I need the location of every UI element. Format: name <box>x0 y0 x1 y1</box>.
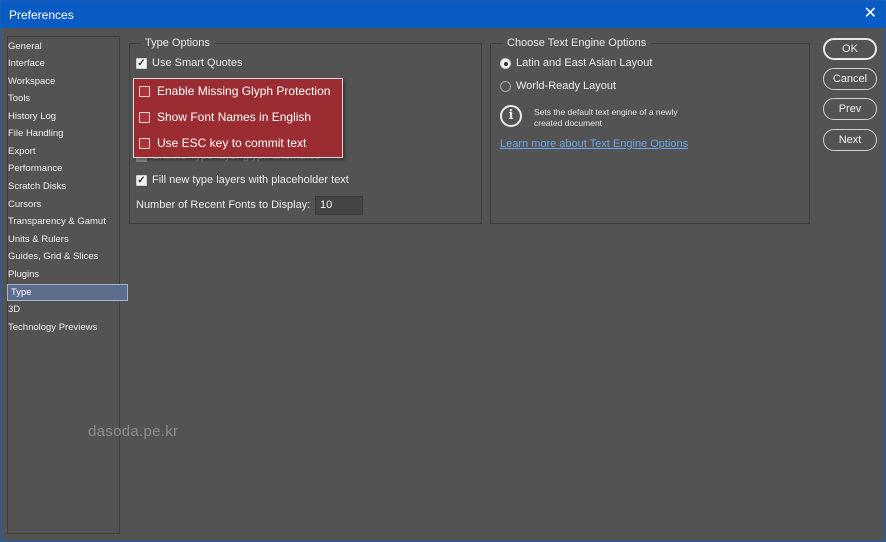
title-bar: Preferences ✕ <box>1 1 885 28</box>
missing-glyph-label: Enable Missing Glyph Protection <box>157 84 331 98</box>
info-icon: i <box>500 105 522 127</box>
sidebar-item-units-rulers[interactable]: Units & Rulers <box>8 231 69 248</box>
sidebar-item-scratch-disks[interactable]: Scratch Disks <box>8 178 66 195</box>
world-ready-radio[interactable] <box>500 81 511 92</box>
placeholder-text-checkbox[interactable]: ✓ <box>136 175 147 186</box>
smart-quotes-label: Use Smart Quotes <box>152 57 243 69</box>
cancel-button[interactable]: Cancel <box>823 68 877 90</box>
sidebar-item-plugins[interactable]: Plugins <box>8 266 39 283</box>
info-text: Sets the default text engine of a newly … <box>534 107 678 128</box>
smart-quotes-checkbox[interactable]: ✓ <box>136 58 147 69</box>
latin-layout-label: Latin and East Asian Layout <box>516 57 653 69</box>
esc-commit-checkbox[interactable] <box>139 138 150 149</box>
type-options-title: Type Options <box>141 37 214 49</box>
highlight-overlay: Enable Missing Glyph Protection Show Fon… <box>133 78 343 158</box>
sidebar-item-file-handling[interactable]: File Handling <box>8 125 63 142</box>
sidebar-item-tools[interactable]: Tools <box>8 90 30 107</box>
font-names-english-checkbox[interactable] <box>139 112 150 123</box>
watermark: dasoda.pe.kr <box>88 423 179 440</box>
next-button[interactable]: Next <box>823 129 877 151</box>
missing-glyph-checkbox[interactable] <box>139 86 150 97</box>
text-engine-title: Choose Text Engine Options <box>503 37 651 49</box>
sidebar-item-workspace[interactable]: Workspace <box>8 73 55 90</box>
window-title: Preferences <box>9 8 74 22</box>
sidebar-item-guides-grid-slices[interactable]: Guides, Grid & Slices <box>8 248 98 265</box>
preferences-window: Preferences ✕ General Interface Workspac… <box>0 0 886 542</box>
sidebar-item-history-log[interactable]: History Log <box>8 108 56 125</box>
sidebar-item-3d[interactable]: 3D <box>8 301 20 318</box>
esc-commit-label: Use ESC key to commit text <box>157 136 307 150</box>
placeholder-text-label: Fill new type layers with placeholder te… <box>152 174 349 186</box>
text-engine-group <box>490 43 810 224</box>
prev-button[interactable]: Prev <box>823 98 877 120</box>
sidebar-item-type[interactable]: Type <box>7 284 128 301</box>
sidebar-item-technology-previews[interactable]: Technology Previews <box>8 319 97 336</box>
sidebar-item-cursors[interactable]: Cursors <box>8 196 41 213</box>
world-ready-label: World-Ready Layout <box>516 80 617 92</box>
latin-layout-radio[interactable] <box>500 58 511 69</box>
sidebar-item-export[interactable]: Export <box>8 143 35 160</box>
learn-more-link[interactable]: Learn more about Text Engine Options <box>500 138 688 150</box>
font-names-english-label: Show Font Names in English <box>157 110 312 124</box>
ok-button[interactable]: OK <box>823 38 877 60</box>
sidebar-item-general[interactable]: General <box>8 38 42 55</box>
sidebar-item-performance[interactable]: Performance <box>8 160 62 177</box>
close-icon[interactable]: ✕ <box>864 5 877 23</box>
recent-fonts-input[interactable]: 10 <box>315 196 363 215</box>
sidebar-item-transparency-gamut[interactable]: Transparency & Gamut <box>8 213 106 230</box>
recent-fonts-label: Number of Recent Fonts to Display: <box>136 199 311 211</box>
sidebar-item-interface[interactable]: Interface <box>8 55 45 72</box>
